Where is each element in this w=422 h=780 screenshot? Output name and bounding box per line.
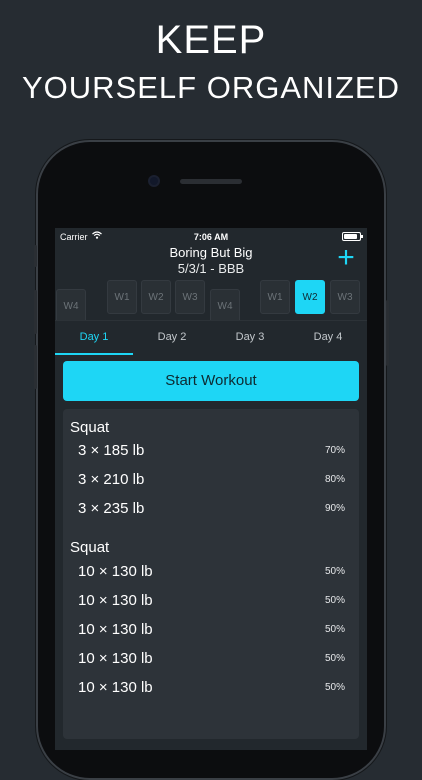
add-icon[interactable]: +: [335, 243, 357, 273]
week-button[interactable]: W2: [141, 280, 171, 314]
set-weight: 3 × 185 lb: [78, 442, 145, 459]
set-row: 10 × 130 lb 50%: [78, 650, 345, 672]
phone-side-button-left-2: [34, 290, 37, 334]
week-button[interactable]: W4: [210, 289, 240, 323]
set-weight: 10 × 130 lb: [78, 621, 153, 638]
tab-day-2[interactable]: Day 2: [133, 321, 211, 355]
exercise-title: Squat: [70, 419, 110, 436]
earpiece-speaker: [180, 179, 242, 184]
set-row: 10 × 130 lb 50%: [78, 563, 345, 585]
set-row: 10 × 130 lb 50%: [78, 592, 345, 614]
set-weight: 3 × 235 lb: [78, 500, 145, 517]
program-subtitle: 5/3/1 - BBB: [177, 261, 245, 276]
phone-side-button-left-3: [34, 345, 37, 389]
week-button[interactable]: W1: [107, 280, 137, 314]
set-row: 3 × 210 lb 80%: [78, 471, 345, 493]
week-button[interactable]: W4: [56, 289, 86, 323]
active-tab-indicator: [55, 353, 133, 355]
week-button-selected[interactable]: W2: [295, 280, 325, 314]
headline-organized: YOURSELF ORGANIZED: [22, 70, 400, 105]
set-row: 10 × 130 lb 50%: [78, 679, 345, 701]
set-weight: 10 × 130 lb: [78, 592, 153, 609]
tab-day-1[interactable]: Day 1: [55, 321, 133, 355]
set-percent: 70%: [324, 445, 345, 456]
phone-side-button-right: [386, 300, 389, 366]
tab-day-4[interactable]: Day 4: [289, 321, 367, 355]
set-weight: 10 × 130 lb: [78, 563, 153, 580]
workout-card: Squat 3 × 185 lb 70% 3 × 210 lb 80% 3 × …: [63, 409, 359, 739]
set-weight: 10 × 130 lb: [78, 650, 153, 667]
start-workout-button[interactable]: Start Workout: [63, 361, 359, 401]
set-row: 3 × 235 lb 90%: [78, 500, 345, 522]
front-camera: [150, 177, 158, 185]
phone-side-button-left-1: [34, 245, 37, 267]
week-button[interactable]: W3: [330, 280, 360, 314]
week-button[interactable]: W3: [175, 280, 205, 314]
set-percent: 50%: [324, 682, 345, 693]
set-percent: 80%: [324, 474, 345, 485]
headline-keep: KEEP: [155, 18, 267, 62]
set-percent: 90%: [324, 503, 345, 514]
status-bar: Carrier 7:06 AM: [55, 228, 367, 244]
battery-icon: [342, 232, 363, 241]
program-title: Boring But Big: [169, 245, 253, 260]
set-row: 3 × 185 lb 70%: [78, 442, 345, 464]
tab-day-3[interactable]: Day 3: [211, 321, 289, 355]
set-weight: 10 × 130 lb: [78, 679, 153, 696]
set-percent: 50%: [324, 566, 345, 577]
set-row: 10 × 130 lb 50%: [78, 621, 345, 643]
exercise-title: Squat: [70, 539, 110, 556]
week-selector: W4 W1 W2 W3 W4 W1 W2 W3: [55, 279, 367, 323]
week-button[interactable]: W1: [260, 280, 290, 314]
set-percent: 50%: [324, 624, 345, 635]
day-tabs: Day 1 Day 2 Day 3 Day 4: [55, 320, 367, 355]
set-percent: 50%: [324, 653, 345, 664]
app-screen: Carrier 7:06 AM Boring But Big 5/3/1 - B…: [55, 228, 367, 750]
status-time: 7:06 AM: [193, 232, 229, 242]
set-weight: 3 × 210 lb: [78, 471, 145, 488]
set-percent: 50%: [324, 595, 345, 606]
